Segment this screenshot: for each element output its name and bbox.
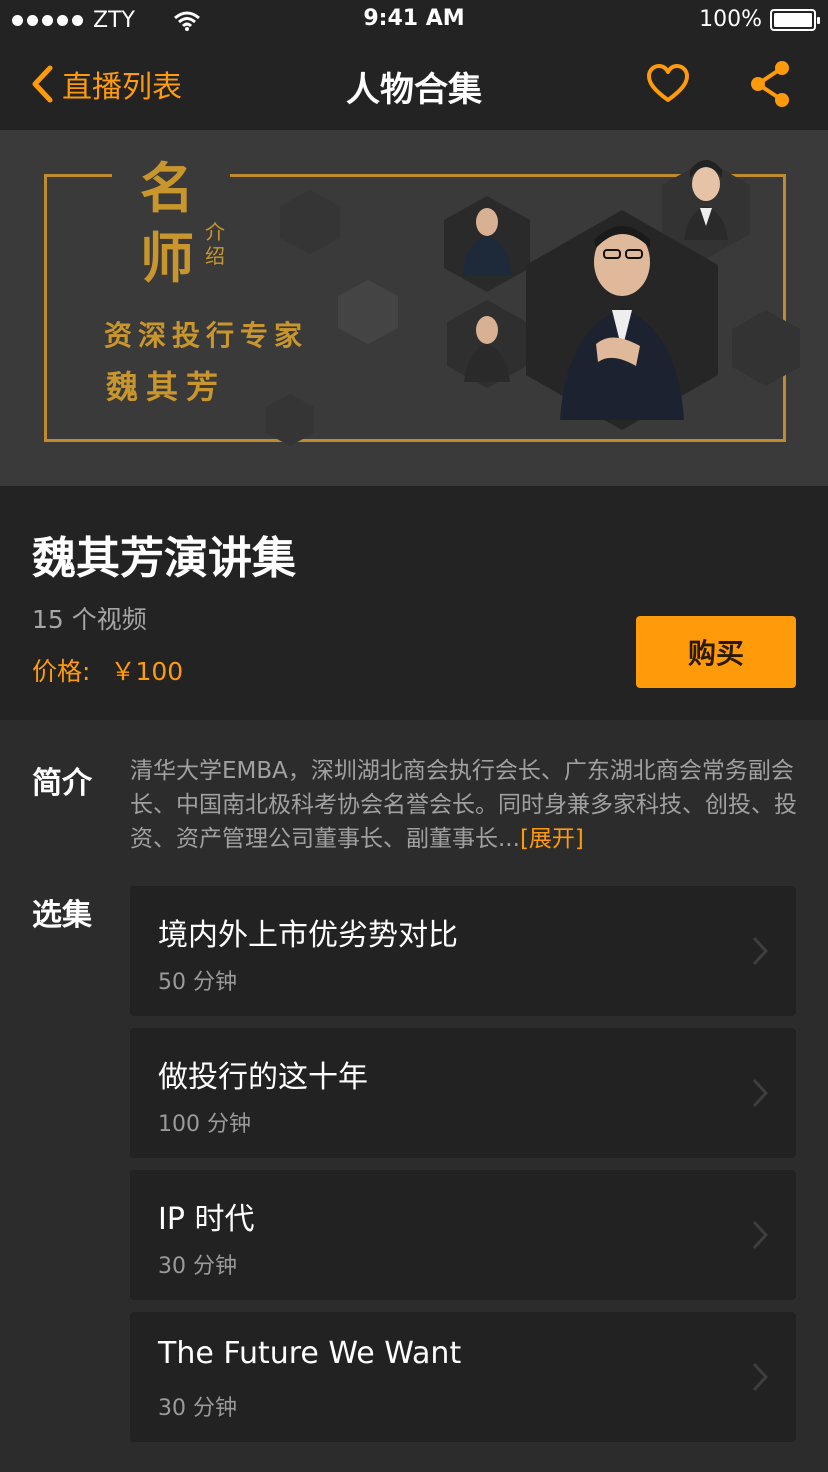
battery-status: 100% [699,7,820,32]
heart-outline-icon [647,64,689,102]
episode-duration: 100 分钟 [158,1112,251,1137]
collection-info: 魏其芳演讲集 15 个视频 价格: ￥100 购买 [0,486,828,720]
status-bar: ZTY 9:41 AM 100% [0,0,828,40]
back-button[interactable]: 直播列表 [30,62,182,106]
episode-item[interactable]: 做投行的这十年 100 分钟 [130,1028,796,1158]
teacher-banner[interactable]: 名 师 介绍 资深投行专家 魏其芳 [0,130,828,486]
episode-item[interactable]: IP 时代 30 分钟 [130,1170,796,1300]
episode-duration: 30 分钟 [158,1254,237,1279]
episode-title: 境内外上市优劣势对比 [158,918,458,953]
hexagon-pattern [266,160,800,446]
battery-percent: 100% [699,7,762,32]
expand-link[interactable]: [展开] [520,826,584,852]
buy-button[interactable]: 购买 [636,616,796,688]
price-value: ￥100 [110,657,184,686]
chevron-left-icon [32,65,53,103]
banner-heading-ming: 名 [140,156,194,220]
banner-name: 魏其芳 [106,368,227,406]
back-label: 直播列表 [62,70,182,105]
chevron-right-icon [752,1362,768,1392]
price: 价格: ￥100 [32,652,183,688]
episode-item[interactable]: The Future We Want 30 分钟 [130,1312,796,1442]
banner-heading-shi: 师 [140,226,194,290]
favorite-button[interactable] [646,62,690,106]
episode-duration: 30 分钟 [158,1396,237,1421]
share-button[interactable] [748,60,792,108]
episode-item[interactable]: 境内外上市优劣势对比 50 分钟 [130,886,796,1016]
chevron-right-icon [752,1078,768,1108]
intro-text: 清华大学EMBA，深圳湖北商会执行会长、广东湖北商会常务副会长、中国南北极科考协… [130,754,800,856]
intro-label: 简介 [32,766,92,801]
collection-title: 魏其芳演讲集 [32,533,296,584]
share-icon [751,61,789,107]
chevron-right-icon [752,1220,768,1250]
price-label: 价格: [32,657,91,686]
banner-subtitle: 资深投行专家 [104,319,309,352]
episodes-label: 选集 [32,898,92,933]
banner-heading-small: 介绍 [205,220,225,268]
episode-title: IP 时代 [158,1202,255,1237]
chevron-right-icon [752,936,768,966]
episode-duration: 50 分钟 [158,970,237,995]
episode-title: 做投行的这十年 [158,1060,368,1095]
video-count: 15 个视频 [32,605,147,634]
episode-title: The Future We Want [158,1336,462,1371]
intro-body: 清华大学EMBA，深圳湖北商会执行会长、广东湖北商会常务副会长、中国南北极科考协… [130,758,797,852]
battery-icon [770,8,820,31]
nav-bar: 直播列表 人物合集 [0,40,828,130]
